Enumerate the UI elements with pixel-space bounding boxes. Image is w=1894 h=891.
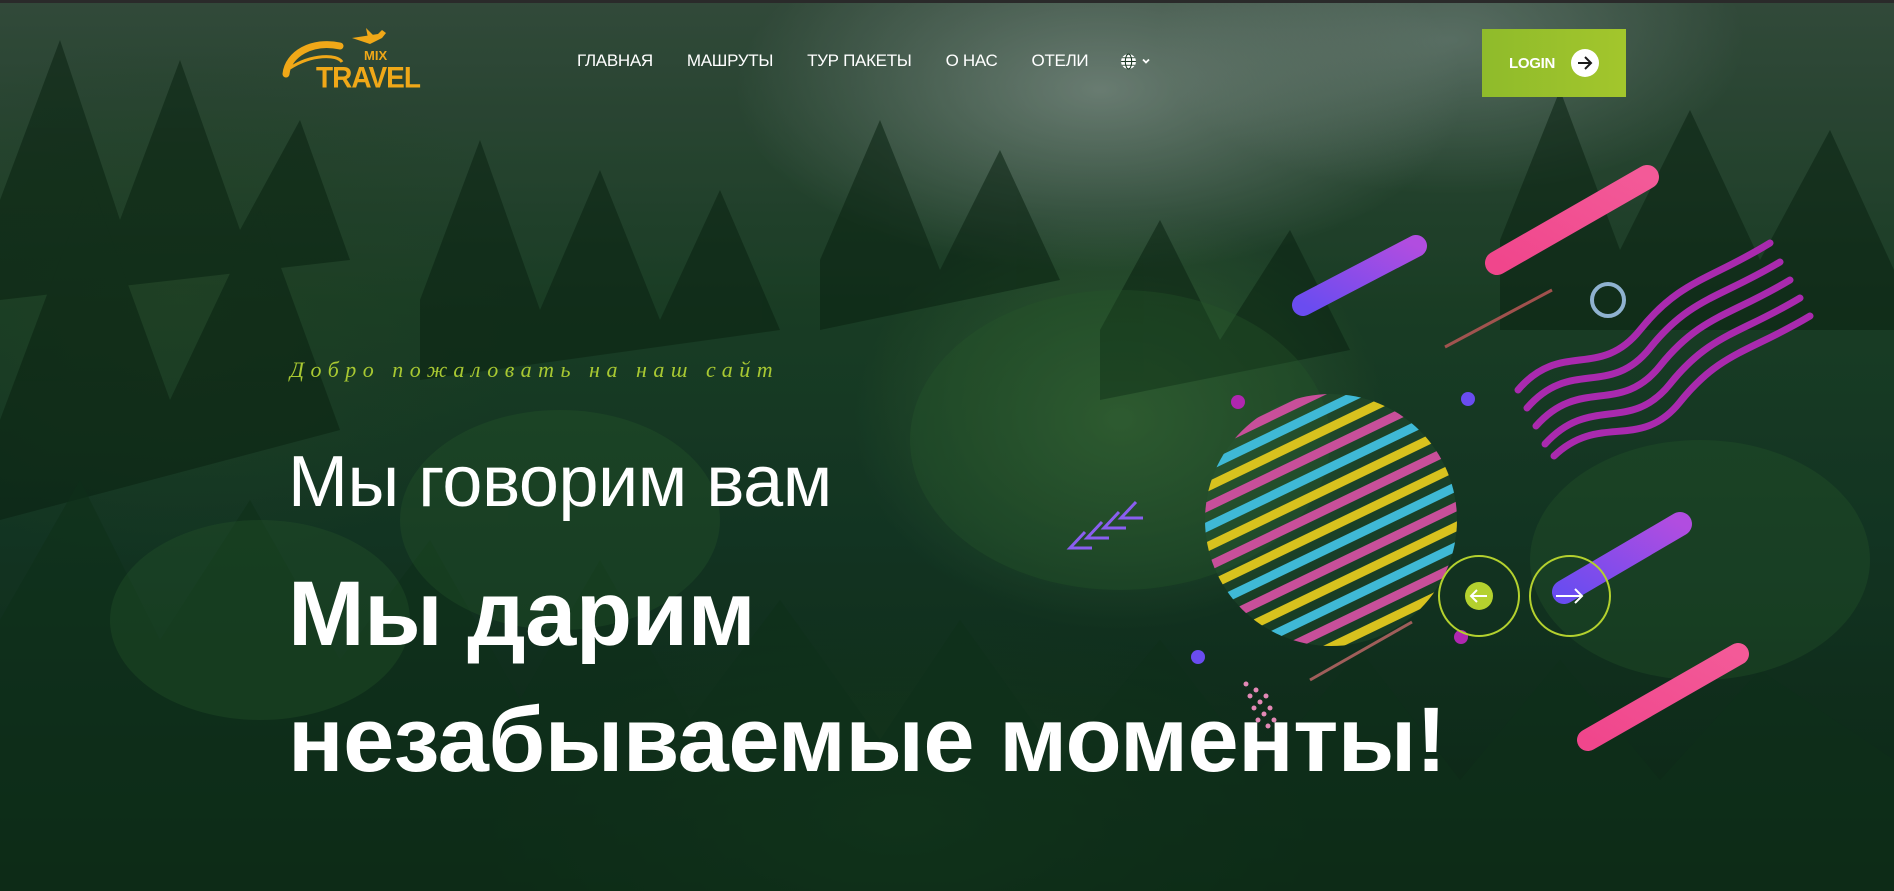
welcome-tagline: Добро пожаловать на наш сайт <box>290 357 780 382</box>
logo-travel-text: TRAVEL <box>316 61 421 94</box>
hero-title-line-2: незабываемые моменты! <box>288 689 1447 791</box>
nav-item-about[interactable]: О НАС <box>946 51 998 71</box>
arrow-right-icon <box>1556 588 1584 604</box>
main-nav: ГЛАВНАЯ МАШРУТЫ ТУР ПАКЕТЫ О НАС ОТЕЛИ <box>577 51 1152 71</box>
arrow-right-icon <box>1571 49 1599 77</box>
slider-next-button[interactable] <box>1529 555 1611 637</box>
globe-icon <box>1121 53 1137 69</box>
nav-item-tour-packages[interactable]: ТУР ПАКЕТЫ <box>807 51 912 71</box>
nav-item-routes[interactable]: МАШРУТЫ <box>687 51 773 71</box>
chevron-down-icon <box>1142 58 1150 64</box>
hero-subtitle: Мы говорим вам <box>288 442 832 522</box>
hero-title-line-1: Мы дарим <box>288 563 756 665</box>
top-border <box>0 0 1894 3</box>
site-logo[interactable]: MIX TRAVEL <box>282 24 421 96</box>
nav-item-hotels[interactable]: ОТЕЛИ <box>1032 51 1089 71</box>
nav-item-home[interactable]: ГЛАВНАЯ <box>577 51 653 71</box>
login-label: LOGIN <box>1509 54 1555 72</box>
slider-prev-button[interactable] <box>1438 555 1520 637</box>
language-selector[interactable] <box>1120 53 1152 70</box>
login-button[interactable]: LOGIN <box>1482 29 1626 97</box>
arrow-left-icon <box>1465 582 1493 610</box>
